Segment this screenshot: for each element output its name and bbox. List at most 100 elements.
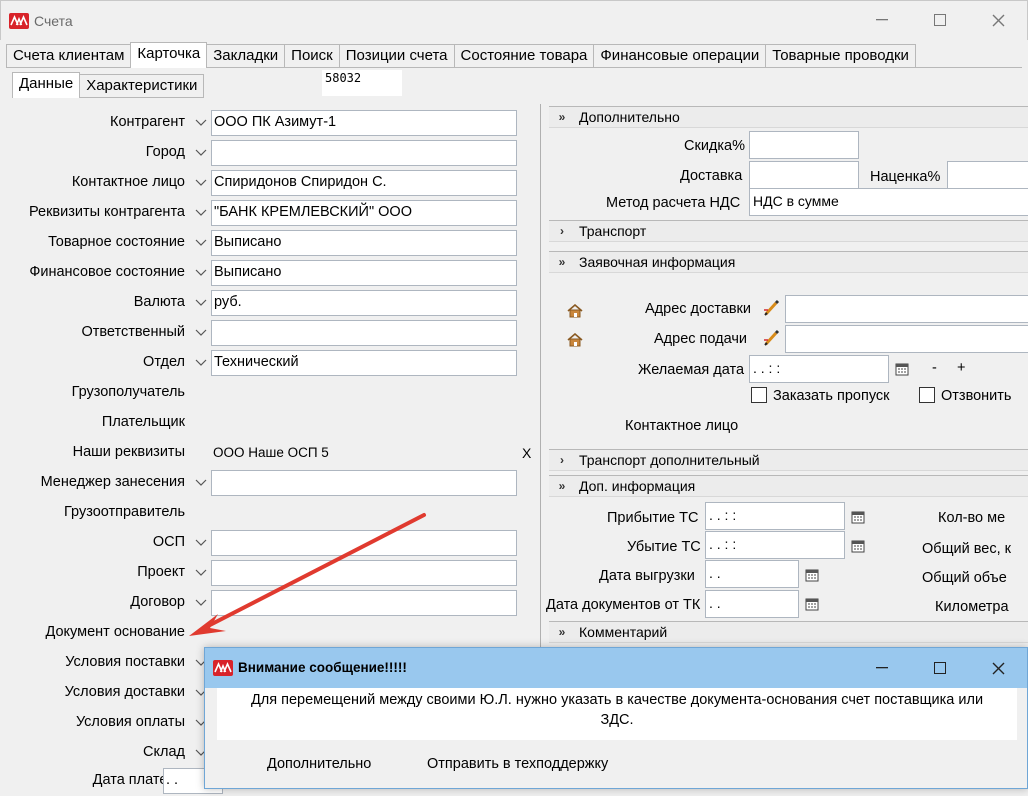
department-input[interactable]: Технический: [211, 350, 517, 376]
field-city: Город: [0, 138, 520, 168]
dialog-minimize-button[interactable]: [853, 648, 911, 688]
order-pass-checkbox[interactable]: [751, 387, 767, 403]
tab-goods-state[interactable]: Состояние товара: [453, 44, 595, 68]
section-title: Доп. информация: [579, 478, 696, 494]
dialog-close-button[interactable]: [969, 648, 1027, 688]
requisites-input[interactable]: "БАНК КРЕМЛЕВСКИЙ" ООО: [211, 200, 517, 226]
warehouse-label: Склад: [143, 744, 185, 760]
section-extra-info[interactable]: » Доп. информация: [549, 475, 1028, 497]
section-title: Транспорт: [579, 223, 647, 239]
consignee-label[interactable]: Грузополучатель: [72, 384, 185, 400]
chevron-down-icon[interactable]: [191, 111, 211, 133]
subtab-data[interactable]: Данные: [12, 72, 81, 98]
arrival-input[interactable]: . . : :: [705, 502, 845, 530]
kilometers-label: Километра: [935, 599, 1009, 615]
markup-input[interactable]: [947, 161, 1028, 189]
maximize-button[interactable]: [917, 1, 963, 39]
unload-date-label: Дата выгрузки: [599, 568, 695, 584]
minimize-button[interactable]: [859, 1, 905, 39]
pickup-address-label: Адрес подачи: [654, 331, 747, 347]
chevron-down-icon[interactable]: [191, 291, 211, 313]
project-input[interactable]: [211, 560, 517, 586]
chevron-down-icon[interactable]: [191, 261, 211, 283]
departure-input[interactable]: . . : :: [705, 531, 845, 559]
base-doc-label[interactable]: Документ основание: [45, 624, 185, 640]
calendar-icon[interactable]: [805, 597, 819, 611]
field-manager: Менеджер занесения: [0, 468, 520, 498]
calendar-icon[interactable]: [851, 539, 865, 553]
tab-fin-ops[interactable]: Финансовые операции: [593, 44, 767, 68]
chevron-down-icon[interactable]: [191, 171, 211, 193]
desired-date-input[interactable]: . . : :: [749, 355, 889, 383]
currency-input[interactable]: руб.: [211, 290, 517, 316]
calendar-icon[interactable]: [895, 362, 909, 376]
subtab-characteristics[interactable]: Характеристики: [79, 74, 205, 98]
arrival-label: Прибытие ТС: [607, 510, 699, 526]
section-transport-extra[interactable]: › Транспорт дополнительный: [549, 449, 1028, 471]
dialog-title: Внимание сообщение!!!!!: [238, 660, 407, 675]
pickup-address-input[interactable]: [785, 325, 1028, 353]
chevron-down-icon[interactable]: [191, 351, 211, 373]
chevron-down-icon[interactable]: [191, 321, 211, 343]
vat-method-input[interactable]: НДС в сумме: [749, 188, 1028, 216]
unload-date-input[interactable]: . .: [705, 560, 799, 588]
call-back-checkbox[interactable]: [919, 387, 935, 403]
responsible-input[interactable]: [211, 320, 517, 346]
tab-card[interactable]: Карточка: [130, 42, 208, 68]
collapse-icon: »: [558, 255, 566, 269]
manager-input[interactable]: [211, 470, 517, 496]
dialog-titlebar[interactable]: Внимание сообщение!!!!!: [205, 648, 1027, 688]
tab-invoices[interactable]: Счета клиентам: [6, 44, 132, 68]
date-minus-button[interactable]: -: [932, 360, 937, 376]
chevron-down-icon[interactable]: [191, 531, 211, 553]
our-requisites-label[interactable]: Наши реквизиты: [73, 444, 185, 460]
chevron-down-icon[interactable]: [191, 471, 211, 493]
date-plus-button[interactable]: +: [957, 360, 965, 376]
section-transport[interactable]: › Транспорт: [549, 220, 1028, 242]
section-additional[interactable]: » Дополнительно: [549, 106, 1028, 128]
goods-state-input[interactable]: Выписано: [211, 230, 517, 256]
chevron-down-icon[interactable]: [191, 561, 211, 583]
close-window-button[interactable]: [975, 1, 1021, 39]
tab-positions[interactable]: Позиции счета: [338, 44, 455, 68]
osp-label: ОСП: [152, 534, 185, 550]
contractor-input[interactable]: ООО ПК Азимут-1: [211, 110, 517, 136]
dialog-message: Для перемещений между своими Ю.Л. нужно …: [217, 688, 1017, 740]
docs-date-input[interactable]: . .: [705, 590, 799, 618]
section-comment[interactable]: » Комментарий: [549, 621, 1028, 643]
discount-input[interactable]: [749, 131, 859, 159]
project-label: Проект: [137, 564, 185, 580]
contract-input[interactable]: [211, 590, 517, 616]
osp-input[interactable]: [211, 530, 517, 556]
chevron-down-icon[interactable]: [191, 141, 211, 163]
shipper-label[interactable]: Грузоотправитель: [64, 504, 185, 520]
chevron-down-icon[interactable]: [191, 201, 211, 223]
tab-search[interactable]: Поиск: [284, 44, 340, 68]
edit-pen-icon[interactable]: [763, 329, 781, 347]
chevron-down-icon[interactable]: [191, 591, 211, 613]
field-contractor: Контрагент ООО ПК Азимут-1: [0, 108, 520, 138]
our-requisites-value: ООО Наше ОСП 5: [213, 445, 329, 460]
request-contact-label: Контактное лицо: [625, 418, 739, 434]
section-request[interactable]: » Заявочная информация: [549, 251, 1028, 273]
send-to-support-button[interactable]: Отправить в техподдержку: [427, 756, 608, 772]
calendar-icon[interactable]: [805, 568, 819, 582]
chevron-down-icon[interactable]: [191, 231, 211, 253]
house-icon[interactable]: [567, 333, 583, 347]
minimize-icon: [876, 19, 888, 21]
tab-goods-entries[interactable]: Товарные проводки: [765, 44, 916, 68]
clear-requisites-button[interactable]: X: [522, 445, 531, 461]
close-icon: [992, 14, 1004, 26]
house-icon[interactable]: [567, 304, 583, 318]
calendar-icon[interactable]: [851, 510, 865, 524]
payer-label[interactable]: Плательщик: [102, 414, 185, 430]
dialog-maximize-button[interactable]: [911, 648, 969, 688]
city-input[interactable]: [211, 140, 517, 166]
delivery-input[interactable]: [749, 161, 859, 189]
delivery-address-input[interactable]: [785, 295, 1028, 323]
tab-bookmarks[interactable]: Закладки: [206, 44, 286, 68]
edit-pen-icon[interactable]: [763, 299, 781, 317]
dialog-more-button[interactable]: Дополнительно: [267, 756, 371, 772]
contact-input[interactable]: Спиридонов Спиридон С.: [211, 170, 517, 196]
fin-state-input[interactable]: Выписано: [211, 260, 517, 286]
